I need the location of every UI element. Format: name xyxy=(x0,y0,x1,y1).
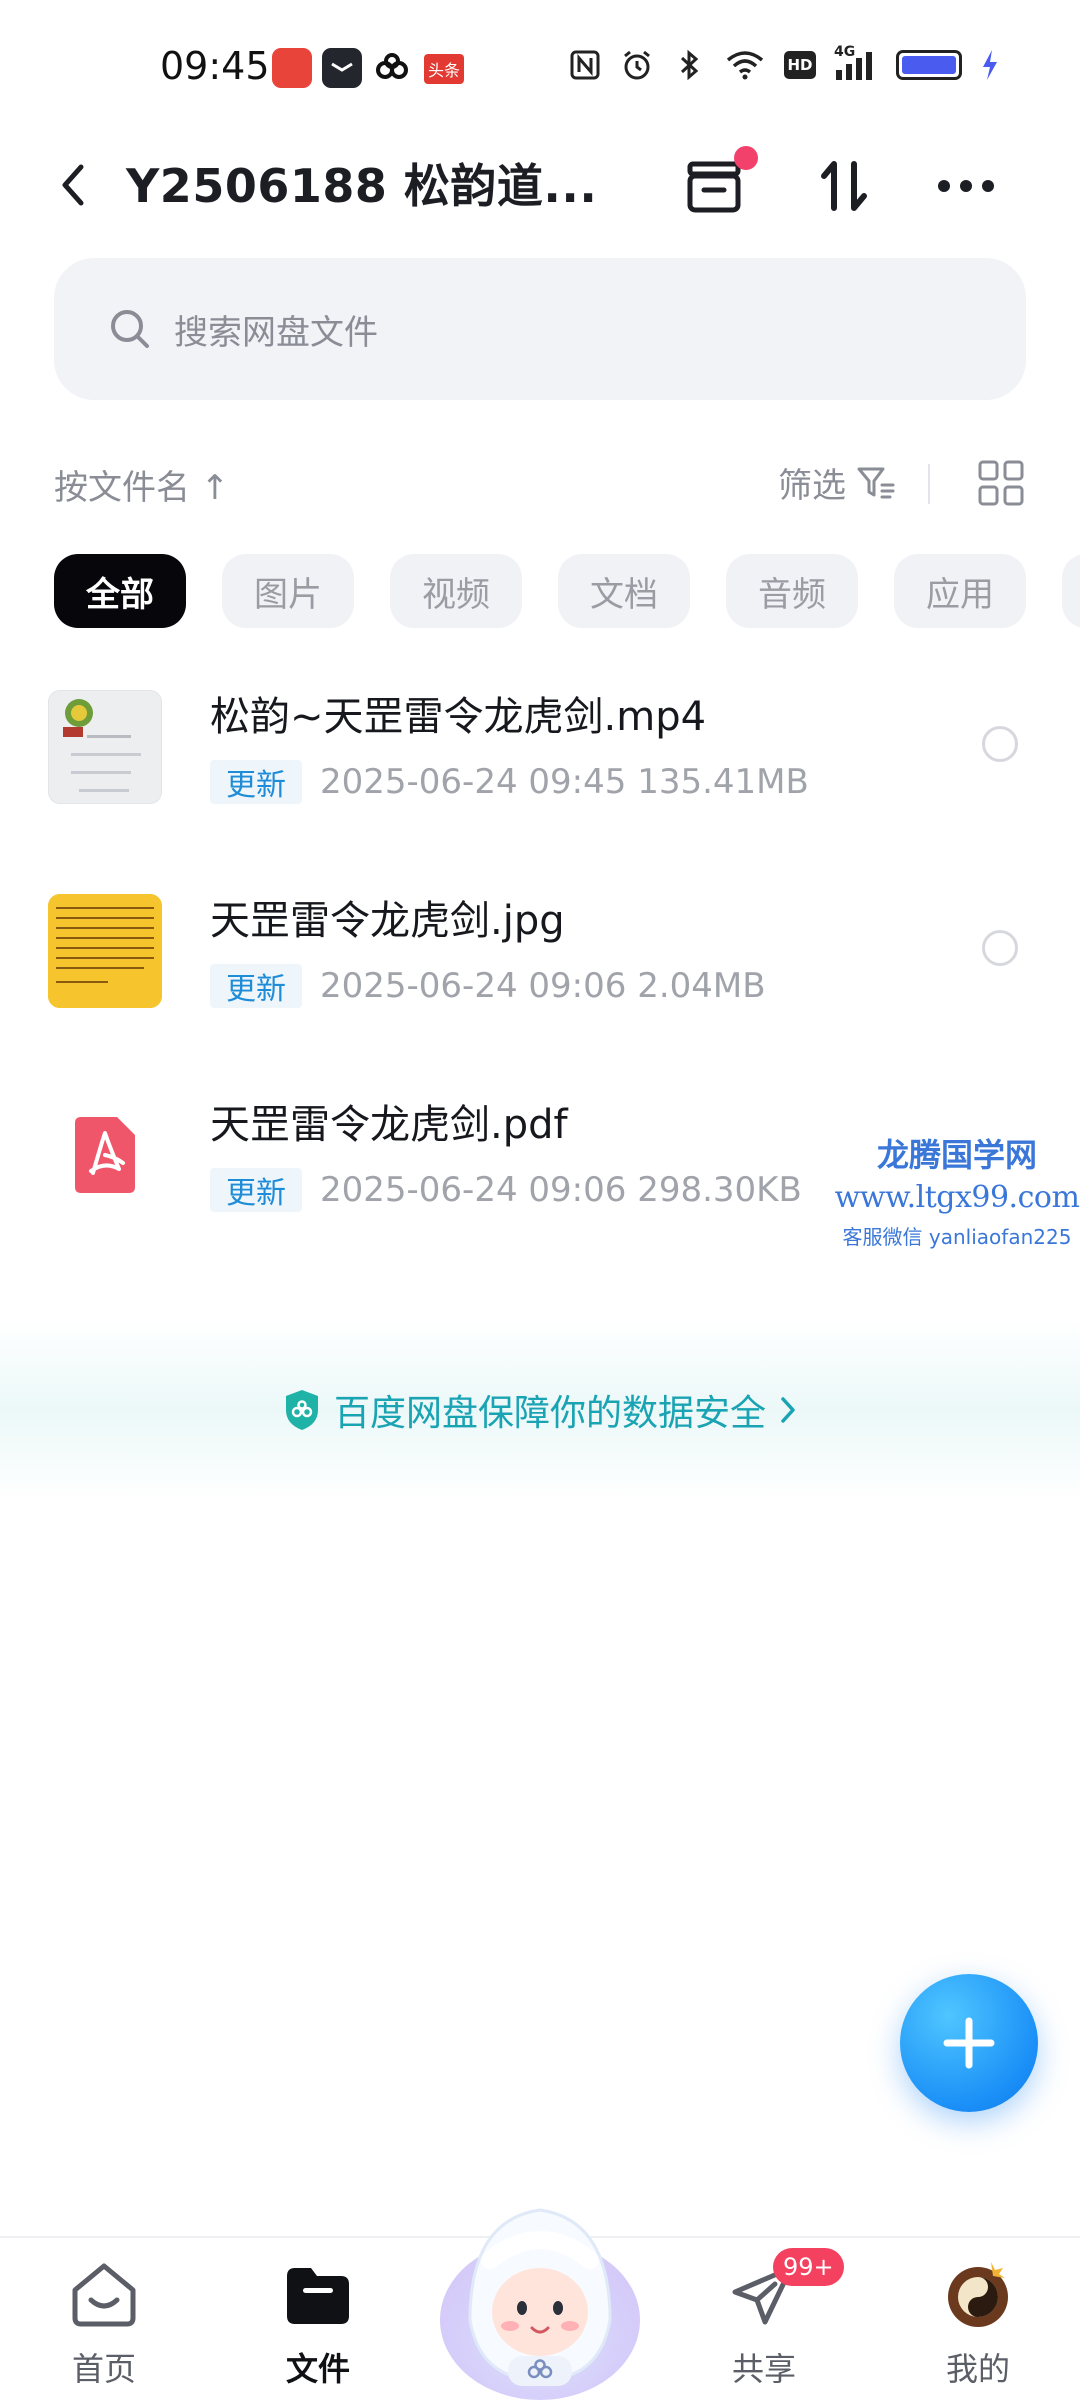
plus-icon xyxy=(943,2017,995,2069)
avatar-icon xyxy=(948,2262,1008,2327)
header: Y2506188 松韵道... xyxy=(0,130,1080,240)
file-row[interactable]: 天罡雷令龙虎剑.jpg 更新 2025-06-24 09:06 2.04MB xyxy=(0,894,1080,1094)
file-date-size: 2025-06-24 09:06 298.30KB xyxy=(320,1170,802,1210)
watermark-url: www.ltgx99.com xyxy=(834,1180,1080,1215)
file-name: 松韵~天罡雷令龙虎剑.mp4 xyxy=(210,694,707,740)
chip-apps[interactable]: 应用 xyxy=(894,554,1026,628)
file-row[interactable]: 松韵~天罡雷令龙虎剑.mp4 更新 2025-06-24 09:45 135.4… xyxy=(0,690,1080,890)
nav-files[interactable]: 文件 xyxy=(248,2260,388,2400)
status-bar: 09:45 头条 HD 4G xyxy=(0,0,1080,130)
page-title: Y2506188 松韵道... xyxy=(126,159,598,213)
nav-label: 首页 xyxy=(71,2350,136,2388)
assistant-mascot-button[interactable] xyxy=(430,2180,650,2400)
divider xyxy=(928,464,930,504)
wifi-icon xyxy=(726,51,764,80)
toutiao-icon: 头条 xyxy=(424,54,464,84)
image-thumbnail xyxy=(48,894,162,1008)
nav-home[interactable]: 首页 xyxy=(34,2260,174,2400)
mascot-icon xyxy=(440,2208,640,2400)
search-icon xyxy=(111,310,149,348)
search-placeholder: 搜索网盘文件 xyxy=(174,312,378,353)
chip-all[interactable]: 全部 xyxy=(54,554,186,628)
chip-audio[interactable]: 音频 xyxy=(726,554,858,628)
filter-icon xyxy=(857,467,895,498)
watermark: 龙腾国学网 www.ltgx99.com 客服微信 yanliaofan225 xyxy=(832,1130,1080,1250)
bluetooth-icon xyxy=(680,49,699,81)
update-badge: 更新 xyxy=(210,760,302,804)
status-time: 09:45 xyxy=(160,44,270,88)
chip-documents[interactable]: 文档 xyxy=(558,554,690,628)
chip-videos[interactable]: 视频 xyxy=(390,554,522,628)
sort-arrows-icon xyxy=(821,161,867,211)
file-meta: 更新 2025-06-24 09:06 298.30KB xyxy=(210,1168,802,1212)
nav-label: 文件 xyxy=(285,2350,350,2388)
notification-dot xyxy=(734,146,758,170)
app-icon-red xyxy=(272,48,312,88)
charging-icon xyxy=(983,50,997,80)
video-thumbnail xyxy=(48,690,162,804)
more-dots-icon xyxy=(938,180,994,192)
file-name: 天罡雷令龙虎剑.jpg xyxy=(210,898,565,944)
file-meta: 更新 2025-06-24 09:45 135.41MB xyxy=(210,760,809,804)
select-checkbox[interactable] xyxy=(982,930,1018,966)
watermark-title: 龙腾国学网 xyxy=(876,1136,1037,1174)
nav-share[interactable]: 99+ 共享 xyxy=(694,2248,844,2400)
folder-icon xyxy=(287,2268,349,2324)
update-badge: 更新 xyxy=(210,1168,302,1212)
search-input[interactable]: 搜索网盘文件 xyxy=(54,258,1026,400)
home-icon xyxy=(72,2263,136,2327)
chip-more[interactable] xyxy=(1062,554,1080,628)
security-text: 百度网盘保障你的数据安全 xyxy=(333,1393,766,1434)
file-date-size: 2025-06-24 09:45 135.41MB xyxy=(320,762,809,802)
battery-icon xyxy=(896,50,962,80)
category-chips: 全部 图片 视频 文档 音频 应用 xyxy=(54,554,1080,630)
transfer-list-button[interactable] xyxy=(676,146,758,224)
sort-row: 按文件名 ↑ 筛选 xyxy=(54,450,1026,516)
share-badge: 99+ xyxy=(773,2248,844,2286)
update-badge: 更新 xyxy=(210,964,302,1008)
file-name: 天罡雷令龙虎剑.pdf xyxy=(210,1102,568,1148)
nav-label: 我的 xyxy=(945,2350,1010,2388)
chevron-right-icon xyxy=(781,1397,795,1423)
alarm-icon xyxy=(624,50,650,80)
file-meta: 更新 2025-06-24 09:06 2.04MB xyxy=(210,964,766,1008)
sort-by-name-button[interactable]: 按文件名 ↑ xyxy=(54,460,229,509)
add-button[interactable] xyxy=(900,1974,1038,2112)
baidu-netdisk-icon xyxy=(372,48,412,88)
grid-view-icon[interactable] xyxy=(976,458,1026,508)
nav-label: 共享 xyxy=(731,2350,796,2388)
shield-icon xyxy=(285,1390,318,1430)
sort-toggle-button[interactable] xyxy=(806,148,882,224)
watermark-contact: 客服微信 yanliaofan225 xyxy=(842,1225,1072,1249)
status-right-icons: HD 4G xyxy=(568,44,1000,82)
archive-box-icon xyxy=(687,161,741,213)
security-banner[interactable]: 百度网盘保障你的数据安全 xyxy=(0,1320,1080,1500)
filter-button[interactable]: 筛选 xyxy=(778,458,896,507)
chevron-left-icon xyxy=(62,164,84,206)
file-date-size: 2025-06-24 09:06 2.04MB xyxy=(320,966,766,1006)
nav-profile[interactable]: 我的 xyxy=(908,2260,1048,2400)
hd-icon: HD xyxy=(784,51,816,79)
signal-4g-icon: 4G xyxy=(834,44,878,82)
app-icon-dark xyxy=(322,48,362,88)
more-button[interactable] xyxy=(928,148,1004,224)
pdf-file-icon xyxy=(48,1098,162,1212)
back-button[interactable] xyxy=(44,152,100,218)
filter-label: 筛选 xyxy=(778,466,846,506)
nfc-icon xyxy=(570,50,600,80)
select-checkbox[interactable] xyxy=(982,726,1018,762)
chip-images[interactable]: 图片 xyxy=(222,554,354,628)
